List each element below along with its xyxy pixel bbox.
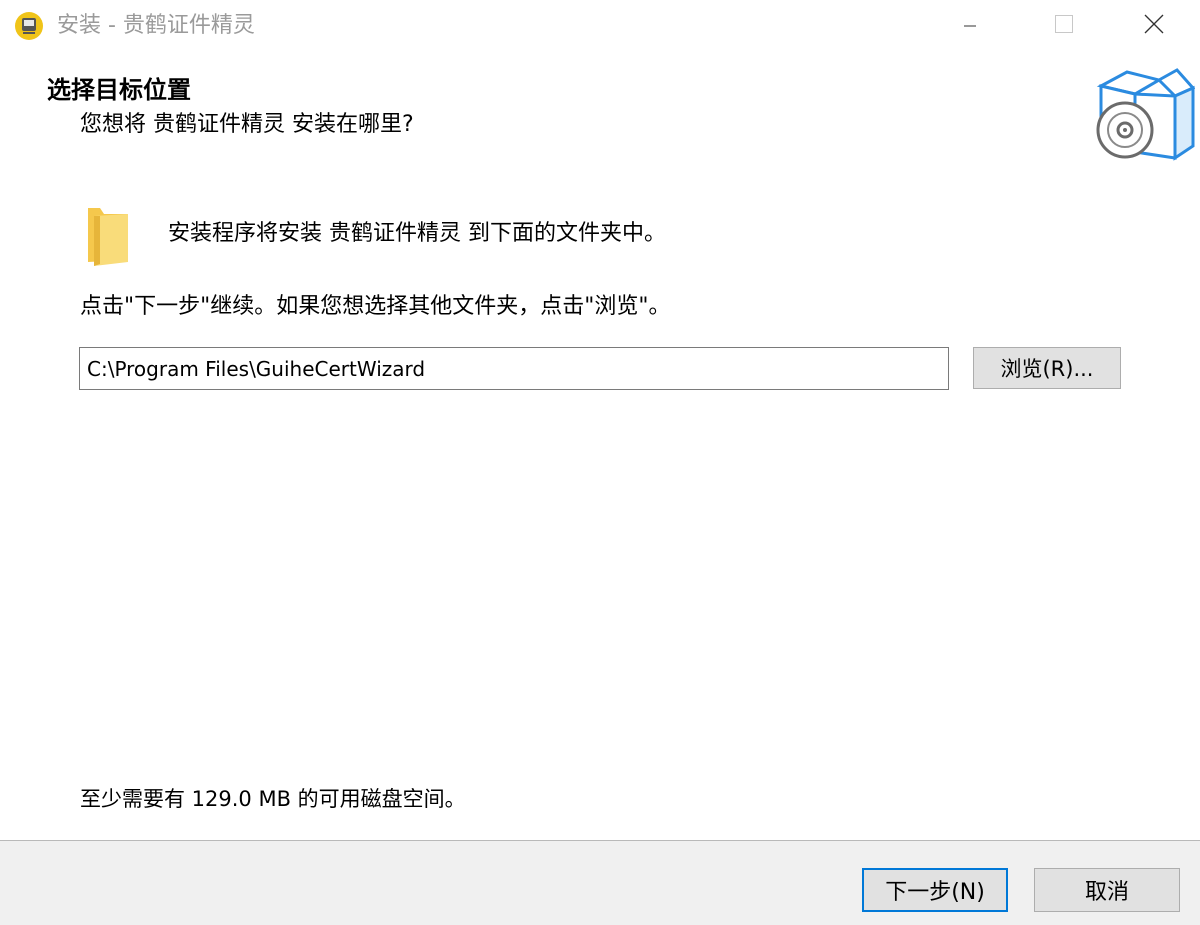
title-bar: 安装 - 贵鹤证件精灵 [0,0,1200,52]
install-path-input[interactable] [79,347,949,390]
folder-icon [88,208,128,266]
disk-space-text: 至少需要有 129.0 MB 的可用磁盘空间。 [80,787,466,811]
maximize-icon [1055,15,1073,33]
maximize-button[interactable] [1018,0,1110,48]
minimize-icon [964,25,976,27]
window-title: 安装 - 贵鹤证件精灵 [57,13,255,38]
page-title: 选择目标位置 [47,76,191,104]
cancel-button[interactable]: 取消 [1034,868,1180,912]
page-subtitle: 您想将 贵鹤证件精灵 安装在哪里? [80,112,414,137]
button-bar: 下一步(N) 取消 [0,840,1200,925]
next-button[interactable]: 下一步(N) [862,868,1008,912]
close-icon [1144,14,1164,34]
wizard-header: 选择目标位置 您想将 贵鹤证件精灵 安装在哪里? [0,52,1200,180]
instruction-text: 点击"下一步"继续。如果您想选择其他文件夹，点击"浏览"。 [80,294,671,319]
setup-box-disc-icon [1096,68,1195,161]
intro-text: 安装程序将安装 贵鹤证件精灵 到下面的文件夹中。 [168,221,666,246]
minimize-button[interactable] [924,0,1016,48]
installer-app-icon [15,12,43,40]
close-button[interactable] [1108,0,1200,48]
browse-button[interactable]: 浏览(R)... [973,347,1121,389]
